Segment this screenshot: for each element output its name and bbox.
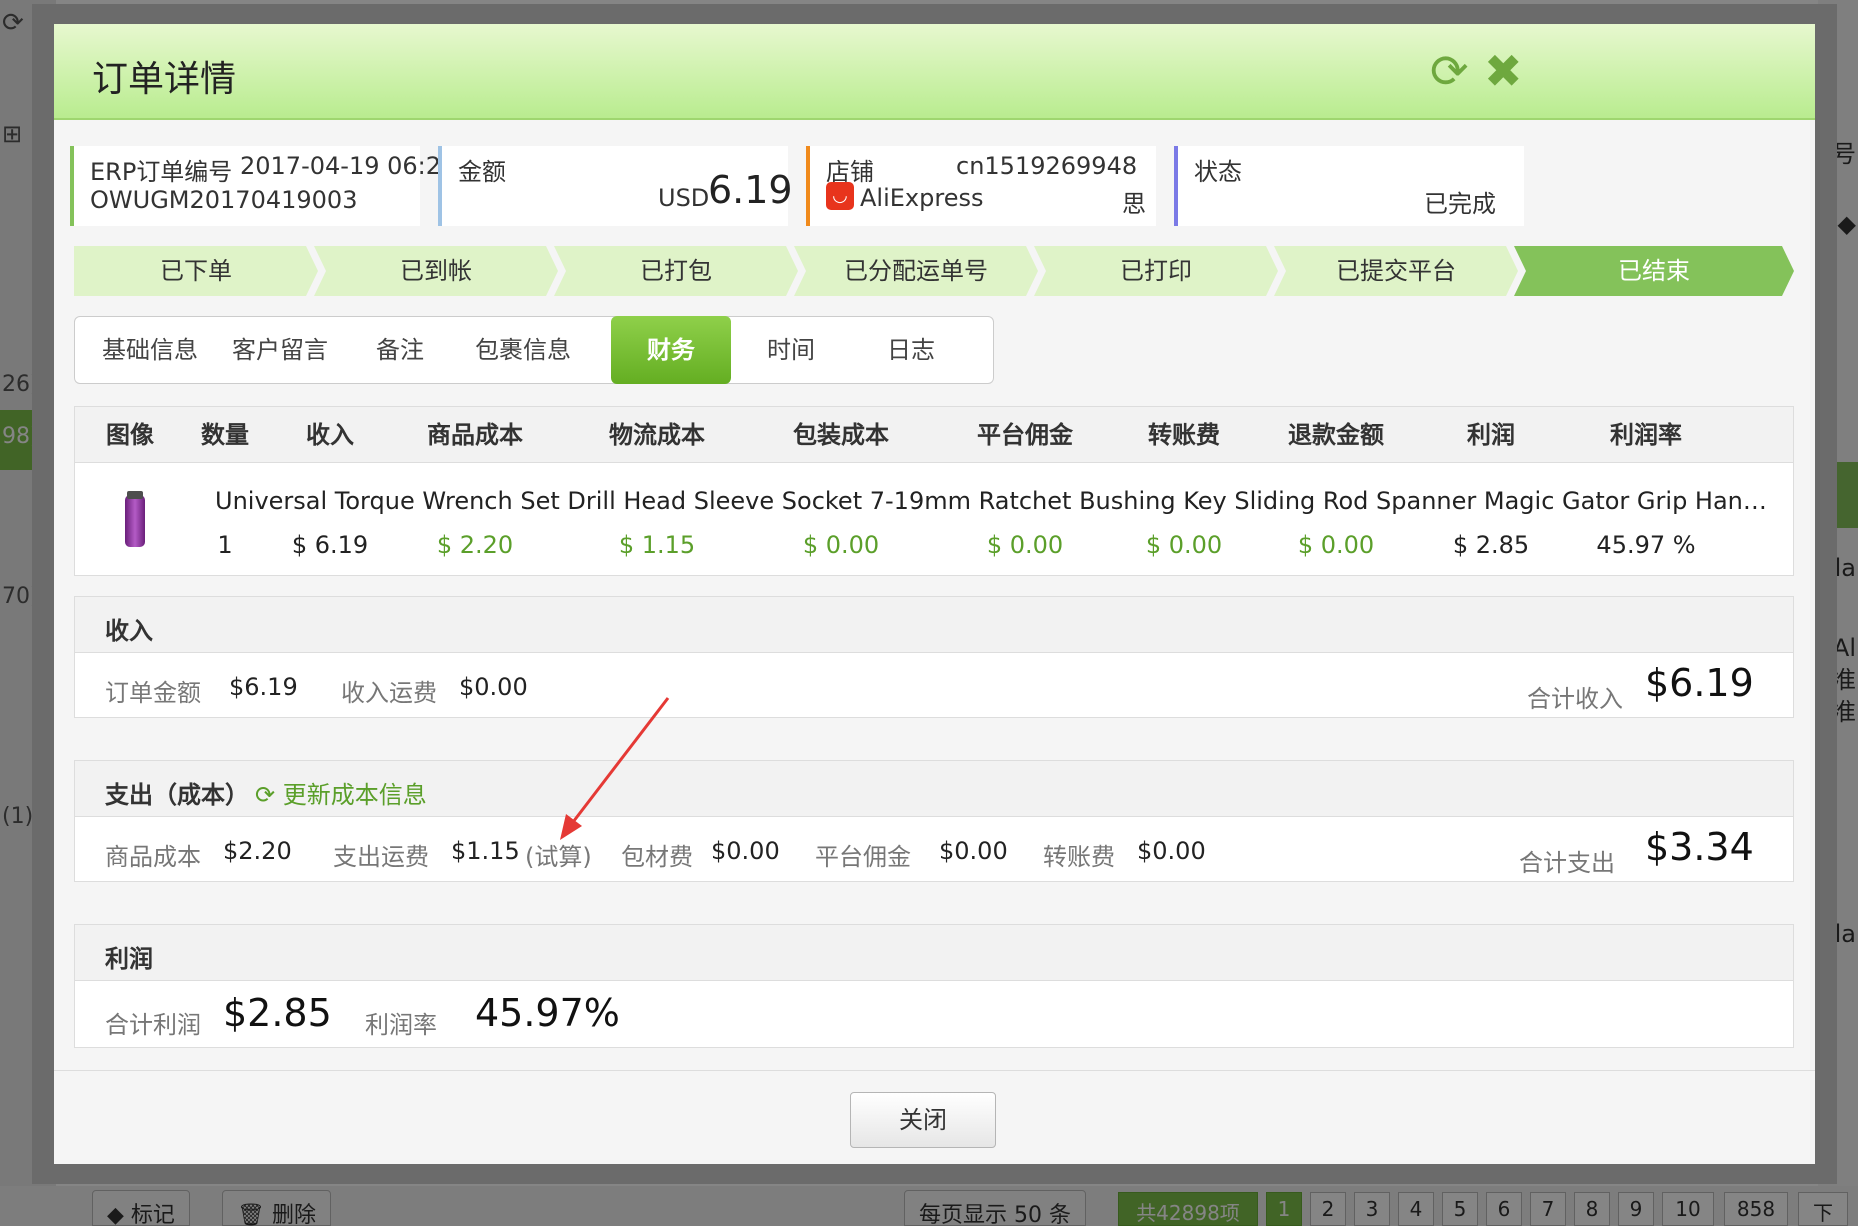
cell-qty: 1 (217, 531, 233, 559)
expense-total-label: 合计支出 (1519, 849, 1615, 877)
tab-log[interactable]: 日志 (851, 317, 971, 383)
th-refund: 退款金额 (1288, 421, 1384, 449)
status-label: 状态 (1194, 158, 1242, 186)
table-header: 图像 数量 收入 商品成本 物流成本 包装成本 平台佣金 转账费 退款金额 利润… (75, 407, 1793, 463)
cell-income: $ 6.19 (291, 531, 369, 559)
step-paid: 已到帐 (314, 246, 558, 296)
expense-shipping-value: $1.15 (451, 837, 520, 865)
profit-title: 利润 (105, 945, 153, 973)
order-detail-modal: 订单详情 ⟳ ✖ ERP订单编号 2017-04-19 06:28 OWUGM2… (32, 4, 1837, 1184)
tab-package-info[interactable]: 包裹信息 (455, 317, 591, 383)
amount-card: 金额 USD 6.19 (438, 146, 793, 226)
cell-transfer-fee: $ 0.00 (1145, 531, 1223, 559)
income-total-value: $6.19 (1645, 661, 1754, 705)
tab-finance[interactable]: 财务 (611, 316, 731, 384)
erp-order-number: OWUGM20170419003 (90, 186, 358, 214)
step-printed: 已打印 (1034, 246, 1278, 296)
step-packed: 已打包 (554, 246, 798, 296)
amount-currency: USD (658, 184, 710, 212)
footer-divider (54, 1070, 1815, 1071)
th-image: 图像 (106, 421, 154, 449)
erp-order-label: ERP订单编号 (90, 158, 233, 186)
store-card: 店铺 cn1519269948 ◡ AliExpress 思 (806, 146, 1156, 226)
store-owner: 思 (1122, 190, 1146, 218)
tab-customer-message[interactable]: 客户留言 (215, 317, 345, 383)
th-commission: 平台佣金 (977, 421, 1073, 449)
commission-label: 平台佣金 (815, 843, 911, 871)
th-margin: 利润率 (1610, 421, 1682, 449)
order-amount-value: $6.19 (229, 673, 298, 701)
close-icon[interactable]: ✖ (1484, 48, 1523, 94)
close-button[interactable]: 关闭 (850, 1092, 996, 1148)
income-total-label: 合计收入 (1527, 685, 1623, 713)
expense-title: 支出（成本） (105, 781, 249, 809)
order-amount-label: 订单金额 (105, 679, 201, 707)
cell-profit: $ 2.85 (1452, 531, 1530, 559)
product-image[interactable] (125, 491, 145, 547)
goods-cost-value: $2.20 (223, 837, 292, 865)
order-datetime: 2017-04-19 06:28 (240, 152, 457, 180)
expense-total-value: $3.34 (1645, 825, 1754, 869)
amount-label: 金额 (458, 158, 506, 186)
expense-shipping-note: (试算) (525, 843, 592, 871)
detail-tabs: 基础信息 客户留言 备注 包裹信息 财务 时间 日志 (74, 316, 994, 384)
tab-basic-info[interactable]: 基础信息 (85, 317, 215, 383)
update-cost-link[interactable]: ⟳ 更新成本信息 (255, 775, 427, 810)
amount-value: 6.19 (708, 168, 793, 212)
expense-shipping-label: 支出运费 (333, 843, 429, 871)
th-shipping-cost: 物流成本 (609, 421, 705, 449)
income-shipping-label: 收入运费 (341, 679, 437, 707)
modal-header: 订单详情 ⟳ ✖ (54, 24, 1815, 120)
packing-label: 包材费 (621, 843, 693, 871)
store-platform: AliExpress (860, 184, 984, 212)
profit-section: 利润 合计利润 $2.85 利润率 45.97% (74, 924, 1794, 1048)
th-income: 收入 (306, 421, 354, 449)
cell-packing-cost: $ 0.00 (802, 531, 880, 559)
profit-margin-label: 利润率 (365, 1011, 437, 1039)
cell-commission: $ 0.00 (986, 531, 1064, 559)
th-profit: 利润 (1467, 421, 1515, 449)
cell-margin: 45.97 % (1596, 531, 1696, 559)
profit-total-label: 合计利润 (105, 1011, 201, 1039)
tab-time[interactable]: 时间 (731, 317, 851, 383)
modal-title: 订单详情 (92, 59, 237, 100)
income-title: 收入 (105, 617, 153, 645)
order-progress-steps: 已下单 已到帐 已打包 已分配运单号 已打印 已提交平台 已结束 (74, 246, 1794, 296)
cell-refund: $ 0.00 (1297, 531, 1375, 559)
income-shipping-value: $0.00 (459, 673, 528, 701)
status-value: 已完成 (1424, 190, 1496, 218)
modal-body: 订单详情 ⟳ ✖ ERP订单编号 2017-04-19 06:28 OWUGM2… (54, 24, 1815, 1164)
product-name[interactable]: Universal Torque Wrench Set Drill Head S… (215, 487, 1775, 515)
refresh-icon[interactable]: ⟳ (1430, 48, 1469, 94)
store-account: cn1519269948 (956, 152, 1138, 180)
refresh-icon: ⟳ (255, 781, 283, 809)
cell-shipping-cost: $ 1.15 (618, 531, 696, 559)
income-section: 收入 订单金额 $6.19 收入运费 $0.00 合计收入 $6.19 (74, 596, 1794, 718)
cell-goods-cost: $ 2.20 (436, 531, 514, 559)
th-goods-cost: 商品成本 (427, 421, 523, 449)
profit-total-value: $2.85 (223, 991, 332, 1035)
transfer-label: 转账费 (1043, 843, 1115, 871)
aliexpress-logo-icon: ◡ (826, 182, 854, 210)
th-qty: 数量 (201, 421, 249, 449)
packing-value: $0.00 (711, 837, 780, 865)
step-submitted: 已提交平台 (1274, 246, 1518, 296)
step-finished: 已结束 (1514, 246, 1794, 296)
step-ordered: 已下单 (74, 246, 318, 296)
status-card: 状态 已完成 (1174, 146, 1524, 226)
th-packing-cost: 包装成本 (793, 421, 889, 449)
goods-cost-label: 商品成本 (105, 843, 201, 871)
expense-section: 支出（成本） ⟳ 更新成本信息 商品成本 $2.20 支出运费 $1.15 (试… (74, 760, 1794, 882)
th-transfer-fee: 转账费 (1148, 421, 1220, 449)
commission-value: $0.00 (939, 837, 1008, 865)
profit-margin-value: 45.97% (475, 991, 620, 1035)
finance-table: 图像 数量 收入 商品成本 物流成本 包装成本 平台佣金 转账费 退款金额 利润… (74, 406, 1794, 576)
step-waybill-assigned: 已分配运单号 (794, 246, 1038, 296)
transfer-value: $0.00 (1137, 837, 1206, 865)
tab-notes[interactable]: 备注 (345, 317, 455, 383)
erp-order-card: ERP订单编号 2017-04-19 06:28 OWUGM2017041900… (70, 146, 456, 226)
